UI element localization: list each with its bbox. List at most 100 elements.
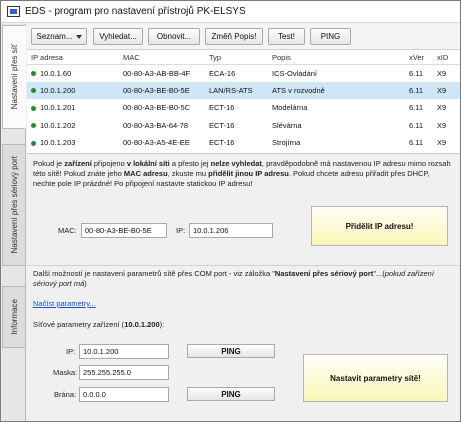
assign-ip-field[interactable] bbox=[189, 223, 273, 238]
assign-ip-panel: Pokud je zařízení připojeno v lokální sí… bbox=[27, 153, 460, 421]
mask-label: Maska: bbox=[53, 368, 78, 377]
tab-serial-settings[interactable]: Nastavení přes sériový port bbox=[2, 144, 26, 266]
tab-network-settings-label: Nastavení přes síť bbox=[9, 44, 19, 110]
heading-part: Síťové parametry zařízení ( bbox=[33, 320, 125, 329]
refresh-button[interactable]: Obnovit... bbox=[148, 28, 200, 45]
column-header-xid[interactable]: xID bbox=[433, 51, 460, 65]
heading-ip: 10.0.1.200 bbox=[124, 320, 160, 329]
cell-ip: 10.0.1.203 bbox=[27, 134, 119, 152]
table-header-row: IP adresa MAC Typ Popis xVer xID bbox=[27, 51, 460, 65]
list-dropdown-label: Seznam... bbox=[36, 32, 73, 41]
cell-xver: 6.11 bbox=[409, 138, 424, 148]
cell-description: ATS v rozvodně bbox=[268, 81, 405, 99]
load-parameters-link[interactable]: Načíst parametry... bbox=[33, 299, 96, 308]
param-ip-label: IP: bbox=[66, 347, 76, 356]
cell-ip: 10.0.1.60 bbox=[27, 64, 119, 82]
mac-label: MAC: bbox=[58, 226, 77, 235]
help-text-bold: Nastavení přes sériový port bbox=[274, 269, 374, 278]
ping-ip-button[interactable]: PING bbox=[187, 344, 275, 358]
help-text-part: , zkuste mu bbox=[167, 169, 209, 178]
help-text-bold: zařízení bbox=[64, 159, 92, 168]
test-button[interactable]: Test! bbox=[268, 28, 305, 45]
ping-button[interactable]: PING bbox=[310, 28, 351, 45]
column-header-description[interactable]: Popis bbox=[268, 51, 405, 65]
tab-serial-settings-label: Nastavení přes sériový port bbox=[9, 156, 19, 254]
cell-xver: 6.11 bbox=[409, 68, 424, 78]
gateway-label: Brána: bbox=[54, 390, 77, 399]
cell-type: ECA-16 bbox=[209, 68, 236, 78]
change-description-button[interactable]: Změň Popis! bbox=[205, 28, 263, 45]
ip-text: 10.0.1.202 bbox=[40, 120, 76, 130]
online-status-icon bbox=[31, 140, 36, 146]
column-header-xver[interactable]: xVer bbox=[405, 51, 433, 65]
gateway-field[interactable] bbox=[79, 387, 169, 402]
help-text-part: Pokud je bbox=[33, 159, 65, 168]
network-params-heading: Síťové parametry zařízení (10.0.1.200): bbox=[33, 320, 164, 329]
mask-field[interactable] bbox=[79, 365, 169, 380]
help-text-bold: nelze vyhledat bbox=[210, 159, 262, 168]
cell-mac: 00-80-A3-BA-64-78 bbox=[123, 120, 189, 130]
online-status-icon bbox=[31, 88, 36, 94]
cell-ip: 10.0.1.201 bbox=[27, 99, 119, 117]
list-dropdown-button[interactable]: Seznam... bbox=[31, 28, 87, 45]
ip-text: 10.0.1.60 bbox=[40, 68, 72, 78]
cell-mac: 00-80-A3-BE-B0-5C bbox=[123, 103, 191, 113]
help-text-part: ) bbox=[84, 279, 87, 288]
section-divider bbox=[27, 265, 460, 266]
ping-gateway-button[interactable]: PING bbox=[187, 387, 275, 401]
table-row[interactable]: 10.0.1.200 00-80-A3-BE-B0-5E LAN/RS-ATS ATS… bbox=[27, 81, 460, 99]
cell-description: Modelárna bbox=[272, 103, 308, 113]
cell-ip: 10.0.1.200 bbox=[27, 81, 119, 99]
window-title: EDS - program pro nastavení přístrojů PK… bbox=[25, 6, 246, 17]
cell-type: ECT-16 bbox=[209, 103, 235, 113]
table-row[interactable]: 10.0.1.201 00-80-A3-BE-B0-5C ECT-16 Modelár… bbox=[27, 99, 460, 117]
ip-text: 10.0.1.203 bbox=[40, 138, 76, 148]
cell-type: ECT-16 bbox=[209, 138, 235, 148]
assign-ip-label: IP: bbox=[176, 226, 186, 235]
cell-xid: X9 bbox=[437, 68, 447, 78]
title-bar: EDS - program pro nastavení přístrojů PK… bbox=[1, 1, 460, 23]
ip-text: 10.0.1.201 bbox=[40, 103, 76, 113]
cell-description: Slévárna bbox=[272, 120, 302, 130]
set-network-params-button[interactable]: Nastavit parametry sítě! bbox=[303, 354, 448, 402]
column-header-mac[interactable]: MAC bbox=[119, 51, 205, 65]
app-icon bbox=[7, 6, 20, 17]
help-text-bold: přidělit jinou IP adresu bbox=[208, 169, 289, 178]
assign-ip-help-text: Pokud je zařízení připojeno v lokální sí… bbox=[33, 159, 453, 189]
online-status-icon bbox=[31, 71, 36, 77]
table-row[interactable]: 10.0.1.202 00-80-A3-BA-64-78 ECT-16 Slévárn… bbox=[27, 117, 460, 135]
column-header-type[interactable]: Typ bbox=[205, 51, 268, 65]
cell-type: LAN/RS-ATS bbox=[205, 81, 268, 99]
side-tab-strip: Nastavení přes síť Nastavení přes sériov… bbox=[2, 24, 26, 421]
help-text-part: "...( bbox=[373, 269, 385, 278]
cell-mac: 00-80-A3-AB-BB-4F bbox=[123, 68, 191, 78]
cell-mac: 00-80-A3-A5-4E-EE bbox=[123, 138, 190, 148]
mac-address-field[interactable] bbox=[81, 223, 167, 238]
cell-xid: X9 bbox=[437, 120, 447, 130]
cell-xver: 6.11 bbox=[409, 103, 424, 113]
assign-ip-button[interactable]: Přidělit IP adresu! bbox=[311, 206, 448, 246]
chevron-down-icon bbox=[75, 34, 82, 39]
cell-mac: 00-80-A3-BE-B0-5E bbox=[119, 81, 205, 99]
cell-description: ICS-Ovládání bbox=[272, 68, 318, 78]
find-button[interactable]: Vyhledat... bbox=[93, 28, 143, 45]
param-ip-field[interactable] bbox=[79, 344, 169, 359]
help-text-part: Další možností je nastavení parametrů sí… bbox=[33, 269, 275, 278]
toolbar: Seznam... Vyhledat... Obnovit... Změň Po… bbox=[27, 24, 460, 50]
help-text-part: a přesto jej bbox=[169, 159, 211, 168]
heading-part: ): bbox=[159, 320, 165, 329]
tab-network-settings[interactable]: Nastavení přes síť bbox=[2, 25, 26, 129]
help-text-part: připojeno bbox=[91, 159, 127, 168]
online-status-icon bbox=[31, 105, 36, 111]
cell-ip: 10.0.1.202 bbox=[27, 117, 119, 135]
cell-xid: X9 bbox=[437, 103, 447, 113]
cell-xid: X9 bbox=[433, 81, 460, 99]
cell-xid: X9 bbox=[437, 138, 447, 148]
column-header-ip[interactable]: IP adresa bbox=[27, 51, 119, 65]
table-row[interactable]: 10.0.1.60 00-80-A3-AB-BB-4F ECA-16 ICS-Ovlá… bbox=[27, 64, 460, 82]
device-table: IP adresa MAC Typ Popis xVer xID 10.0.1.… bbox=[27, 51, 460, 169]
table-row[interactable]: 10.0.1.203 00-80-A3-A5-4E-EE ECT-16 Strojír… bbox=[27, 134, 460, 152]
tab-information[interactable]: Informace bbox=[2, 286, 26, 348]
online-status-icon bbox=[31, 123, 36, 129]
main-content: Seznam... Vyhledat... Obnovit... Změň Po… bbox=[27, 24, 460, 421]
